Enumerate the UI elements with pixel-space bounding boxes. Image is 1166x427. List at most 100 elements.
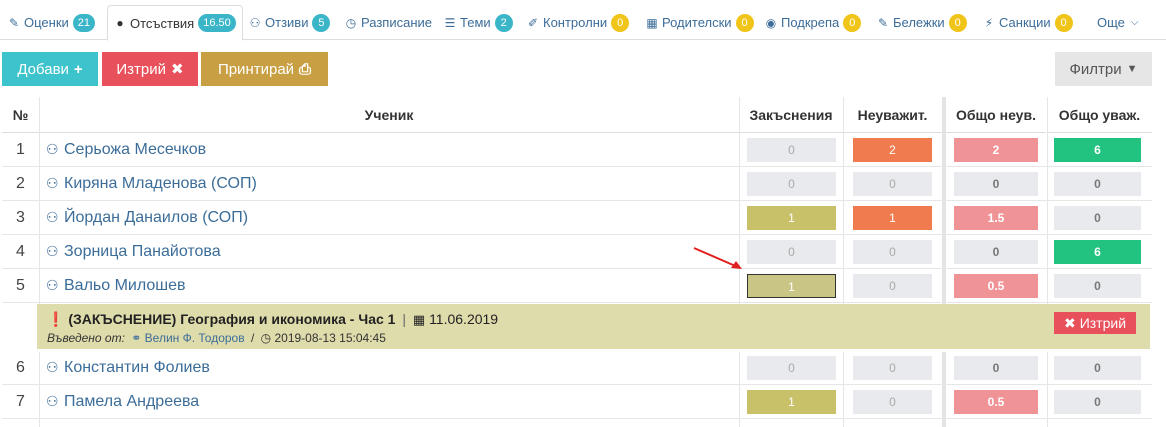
calendar-icon: ▦	[412, 312, 426, 327]
student-icon: ⚇	[46, 393, 59, 409]
tab-notes[interactable]: ✎ Бележки 0	[877, 5, 967, 40]
student-name: Йордан Данаилов (СОП)	[64, 208, 249, 226]
late-count[interactable]: 0	[747, 172, 836, 196]
column-header-late[interactable]: Закъснения	[739, 97, 843, 133]
tab-tests[interactable]: ✐ Контролни 0	[527, 5, 630, 40]
tab-parents[interactable]: ▦ Родителски 0	[646, 5, 754, 40]
total-excused: 0	[1054, 206, 1141, 230]
delete-absence-button[interactable]: ✖ Изтрий	[1054, 312, 1136, 334]
unexcused-count[interactable]: 0	[853, 274, 932, 298]
total-excused: 6	[1054, 240, 1141, 264]
table-row[interactable]: 2 ⚇ Киряна Младенова (СОП) 0 0 0 0	[2, 167, 1152, 201]
separator: |	[402, 311, 406, 327]
filter-button[interactable]: Филтри ▼	[1055, 52, 1152, 86]
entered-by-label: Въведено от:	[47, 331, 125, 345]
absence-detail-panel: ❗ (ЗАКЪСНЕНИЕ) География и икономика - Ч…	[37, 304, 1150, 349]
tab-reviews[interactable]: ⚇ Отзиви 5	[249, 5, 331, 40]
plus-icon: +	[73, 60, 83, 78]
total-unexcused: 0	[954, 240, 1038, 264]
tab-label: Контролни	[543, 15, 608, 30]
tab-bar: ✎ Оценки 21 ● Отсъствия 16.50 ⚇ Отзиви 5…	[0, 0, 1166, 41]
red-arrow-annotation	[693, 247, 742, 269]
table-row[interactable]	[2, 419, 1152, 427]
absence-detail-title-line: ❗ (ЗАКЪСНЕНИЕ) География и икономика - Ч…	[47, 311, 498, 328]
row-number: 2	[16, 175, 25, 192]
late-count[interactable]: 0	[747, 240, 836, 264]
table-row[interactable]: 5 ⚇ Вальо Милошев 1 0 0.5 0	[2, 269, 1152, 303]
add-button-label: Добави	[17, 60, 69, 78]
unexcused-count[interactable]: 0	[853, 356, 932, 380]
teacher-link[interactable]: Велин Ф. Тодоров	[145, 331, 245, 345]
late-count-selected[interactable]: 1	[747, 274, 836, 298]
student-link[interactable]: ⚇ Вальо Милошев	[46, 269, 186, 302]
student-name: Серьожа Месечков	[64, 140, 207, 158]
absences-table: № Ученик Закъснения Неуважит. Общо неув.…	[2, 97, 1152, 427]
count-badge: 0	[611, 13, 630, 32]
count-badge: 0	[1054, 13, 1073, 32]
eye-icon: ◉	[765, 15, 777, 30]
student-link[interactable]: ⚇ Серьожа Месечков	[46, 133, 206, 166]
table-row[interactable]: 4 ⚇ Зорница Панайотова 0 0 0 6	[2, 235, 1152, 269]
student-link[interactable]: ⚇ Константин Фолиев	[46, 351, 210, 384]
tab-label: Още	[1097, 15, 1125, 30]
tab-support[interactable]: ◉ Подкрепа 0	[765, 5, 862, 40]
tab-label: Отсъствия	[130, 15, 195, 31]
column-header-total-excused[interactable]: Общо уваж.	[1047, 97, 1152, 133]
column-header-unexcused[interactable]: Неуважит.	[843, 97, 942, 133]
table-row[interactable]: 6 ⚇ Константин Фолиев 0 0 0 0	[2, 351, 1152, 385]
late-count[interactable]: 0	[747, 356, 836, 380]
tab-label: Подкрепа	[781, 15, 840, 30]
student-link[interactable]: ⚇ Зорница Панайотова	[46, 235, 221, 268]
absence-date: 11.06.2019	[429, 311, 499, 327]
late-count[interactable]: 0	[747, 138, 836, 162]
unexcused-count[interactable]: 0	[853, 390, 932, 414]
unexcused-count[interactable]: 1	[853, 206, 932, 230]
student-link[interactable]: ⚇ Памела Андреева	[46, 385, 199, 418]
unexcused-count[interactable]: 0	[853, 172, 932, 196]
add-button[interactable]: Добави +	[2, 52, 98, 86]
tab-grades[interactable]: ✎ Оценки 21	[8, 5, 96, 40]
student-link[interactable]: ⚇ Йордан Данаилов (СОП)	[46, 201, 248, 234]
bolt-icon: ⚡	[984, 15, 994, 30]
late-count[interactable]: 1	[747, 390, 836, 414]
tab-topics[interactable]: ☰ Теми 2	[444, 5, 513, 40]
tab-more[interactable]: Още ⌵	[1097, 5, 1139, 40]
entry-timestamp: 2019-08-13 15:04:45	[274, 331, 386, 345]
student-name: Вальо Милошев	[64, 276, 186, 294]
row-number: 1	[16, 141, 25, 158]
tab-absences[interactable]: ● Отсъствия 16.50	[107, 5, 243, 41]
count-badge: 16.50	[198, 14, 236, 32]
print-button[interactable]: Принтирай ⎙	[201, 52, 328, 86]
row-number: 3	[16, 209, 25, 226]
total-unexcused: 1.5	[954, 206, 1038, 230]
note-icon: ✎	[877, 15, 889, 30]
student-icon: ⚇	[46, 209, 59, 225]
absence-detail-title: (ЗАКЪСНЕНИЕ) География и икономика - Час…	[68, 311, 396, 327]
table-row[interactable]: 7 ⚇ Памела Андреева 1 0 0.5 0	[2, 385, 1152, 419]
column-header-total-unexcused[interactable]: Общо неув.	[946, 97, 1046, 133]
exclamation-circle-icon: ❗	[47, 311, 65, 327]
total-unexcused: 0.5	[954, 274, 1038, 298]
student-icon: ⚇	[46, 141, 59, 157]
column-header-student[interactable]: Ученик	[39, 97, 739, 133]
total-unexcused: 0	[954, 172, 1038, 196]
table-row[interactable]: 1 ⚇ Серьожа Месечков 0 2 2 6	[2, 133, 1152, 167]
late-count[interactable]: 1	[747, 206, 836, 230]
pencil-icon: ✎	[8, 15, 20, 30]
tab-schedule[interactable]: ◷ Разписание	[345, 5, 432, 40]
print-button-label: Принтирай	[217, 60, 295, 78]
total-unexcused: 0.5	[954, 390, 1038, 414]
table-row[interactable]: 3 ⚇ Йордан Данаилов (СОП) 1 1 1.5 0	[2, 201, 1152, 235]
list-icon: ☰	[444, 15, 456, 30]
calendar-icon: ▦	[646, 15, 658, 30]
absence-detail-meta: Въведено от: ⚭ Велин Ф. Тодоров / ◷ 2019…	[47, 331, 386, 345]
student-link[interactable]: ⚇ Киряна Младенова (СОП)	[46, 167, 257, 200]
unexcused-count[interactable]: 2	[853, 138, 932, 162]
close-icon: ✖	[171, 61, 184, 78]
count-badge: 2	[494, 13, 513, 32]
tab-sanctions[interactable]: ⚡ Санкции 0	[983, 5, 1073, 40]
unexcused-count[interactable]: 0	[853, 240, 932, 264]
total-excused: 0	[1054, 390, 1141, 414]
delete-button[interactable]: Изтрий ✖	[102, 52, 198, 86]
column-header-num[interactable]: №	[2, 97, 39, 133]
